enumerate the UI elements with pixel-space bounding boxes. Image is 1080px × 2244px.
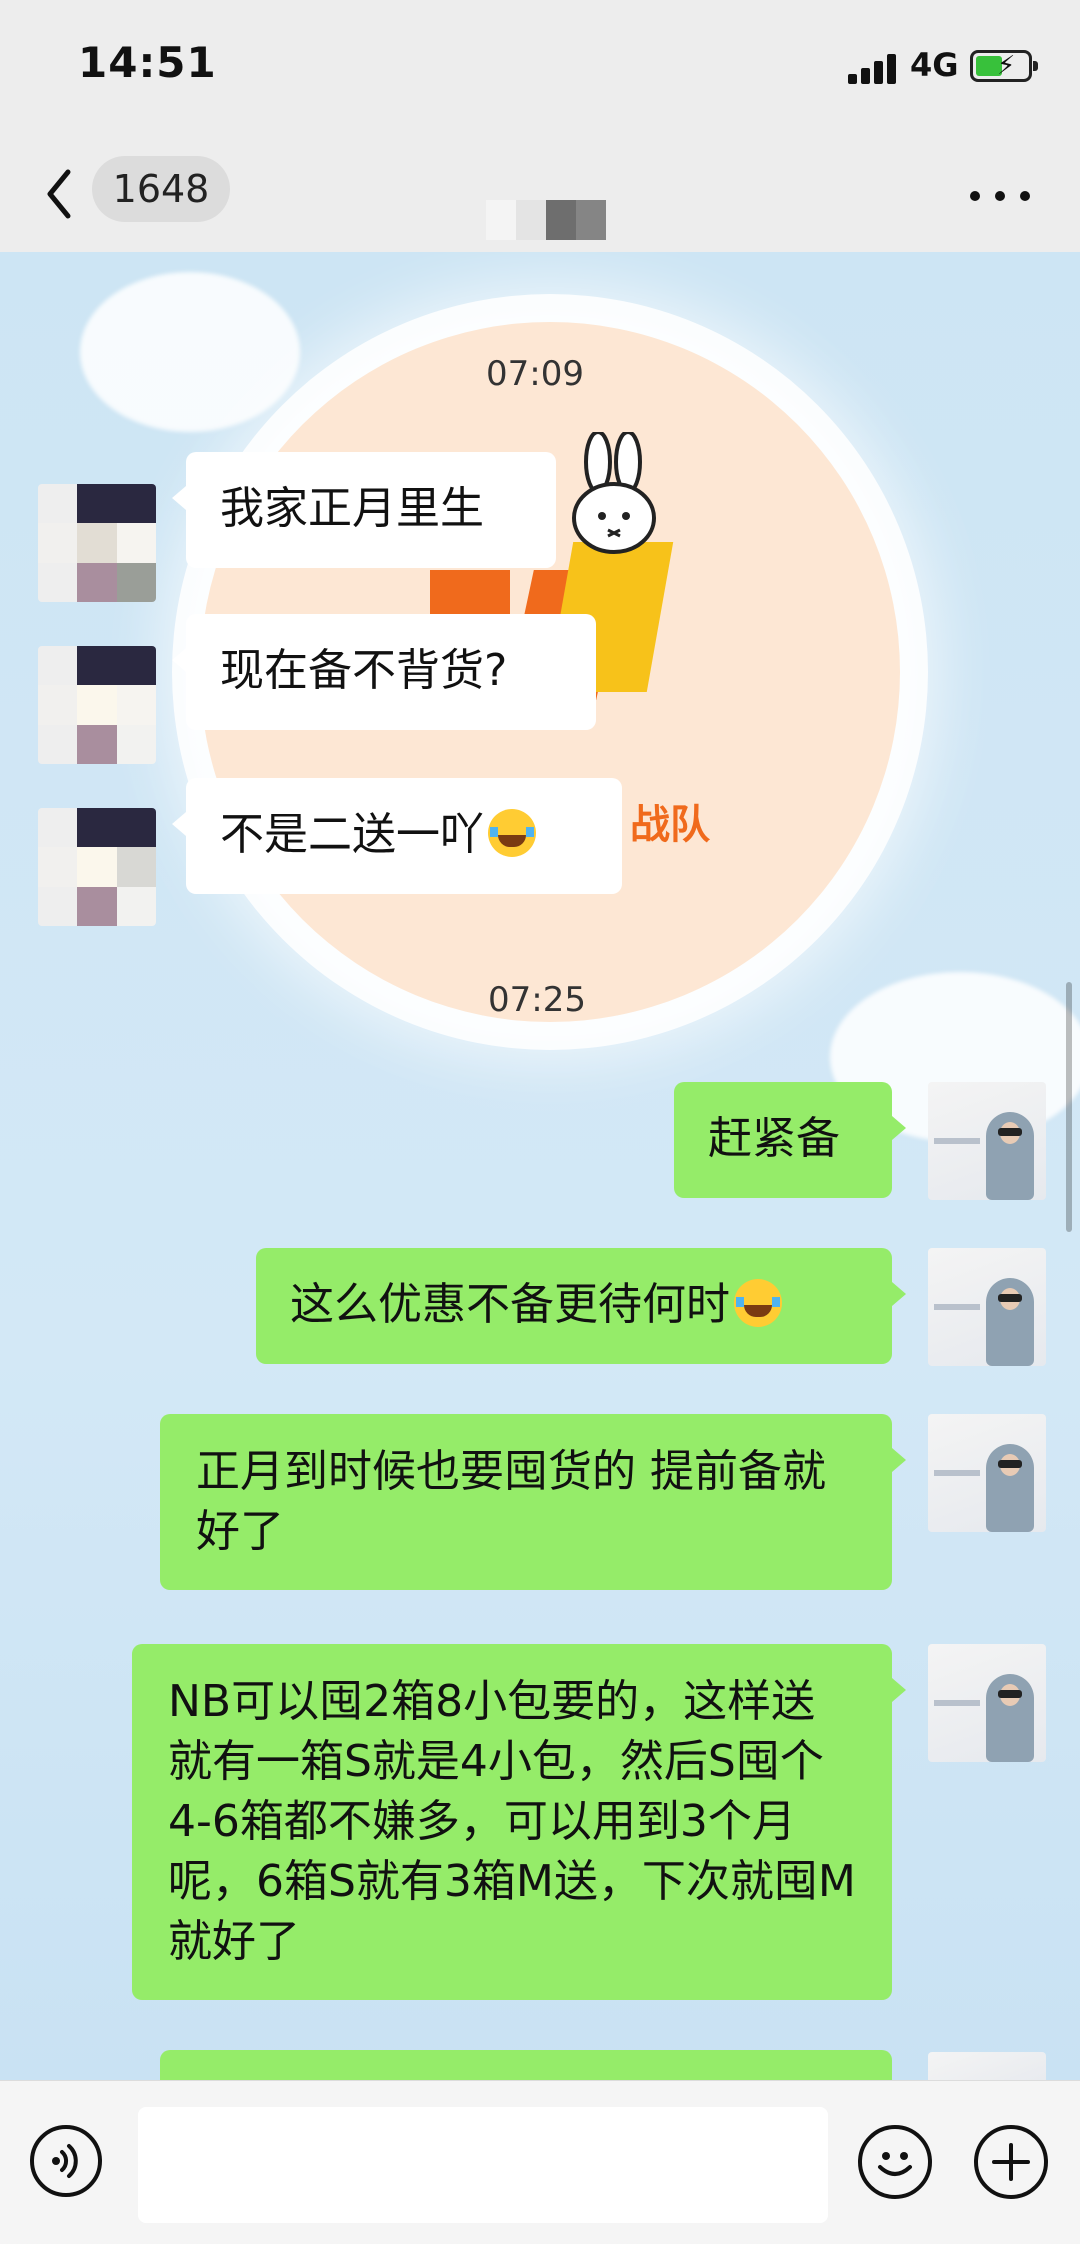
smiley-icon[interactable] [858,2125,932,2199]
outgoing-message[interactable]: 这么优惠不备更待何时 [256,1248,906,1364]
chat-scrollbar[interactable] [1066,982,1072,1232]
tears-of-joy-emoji [488,809,536,857]
outgoing-message[interactable]: NB可以囤2箱8小包要的，这样送就有一箱S就是4小包，然后S囤个4-6箱都不嫌多… [132,1644,906,2000]
contact-avatar[interactable] [38,484,156,602]
chat-message-list[interactable]: 战队 07:09 我家正月里生 现在备不背货? 不是二送一吖 07:25 赶紧备… [0,252,1080,2080]
outgoing-message-partial[interactable] [160,2050,892,2080]
signal-icon [848,52,900,84]
my-avatar[interactable] [928,1082,1046,1200]
my-avatar[interactable] [928,1248,1046,1366]
unread-count-badge[interactable]: 1648 [92,156,230,222]
network-type: 4G [910,46,959,84]
message-timestamp: 07:25 [488,980,586,1020]
status-bar: 14:51 4G ⚡ [0,0,1080,140]
incoming-message[interactable]: 我家正月里生 [172,452,556,568]
chat-header: 1648 [0,140,1080,252]
ellipsis-icon[interactable] [970,184,1030,208]
message-input-bar [0,2080,1080,2244]
wallpaper-caption: 战队 [630,802,710,848]
message-text: 不是二送一吖 [220,809,484,860]
contact-avatar[interactable] [38,808,156,926]
tears-of-joy-emoji [734,1279,782,1327]
message-text: 我家正月里生 [220,483,484,534]
message-text: NB可以囤2箱8小包要的，这样送就有一箱S就是4小包，然后S囤个4-6箱都不嫌多… [168,1676,856,1967]
wallpaper-heart-cloud [80,272,300,432]
bunny-icon [572,432,656,554]
my-avatar[interactable] [928,2052,1046,2080]
message-timestamp: 07:09 [486,354,584,394]
wallpaper-logo-shape [430,570,510,620]
battery-icon: ⚡ [970,50,1038,82]
my-avatar[interactable] [928,1414,1046,1532]
chat-title-redacted [486,200,606,240]
incoming-message[interactable]: 不是二送一吖 [172,778,622,894]
incoming-message[interactable]: 现在备不背货? [172,614,596,730]
voice-icon[interactable] [30,2125,102,2197]
my-avatar[interactable] [928,1644,1046,1762]
message-input[interactable] [138,2107,828,2223]
chevron-left-icon[interactable] [44,164,74,224]
message-text: 赶紧备 [708,1113,840,1164]
outgoing-message[interactable]: 赶紧备 [674,1082,906,1198]
outgoing-message[interactable]: 正月到时候也要囤货的 提前备就好了 [160,1414,906,1590]
message-text: 现在备不背货? [220,645,508,696]
message-text: 正月到时候也要囤货的 提前备就好了 [196,1446,826,1557]
contact-avatar[interactable] [38,646,156,764]
status-time: 14:51 [78,38,217,87]
plus-icon[interactable] [974,2125,1048,2199]
message-text: 这么优惠不备更待何时 [290,1279,730,1330]
